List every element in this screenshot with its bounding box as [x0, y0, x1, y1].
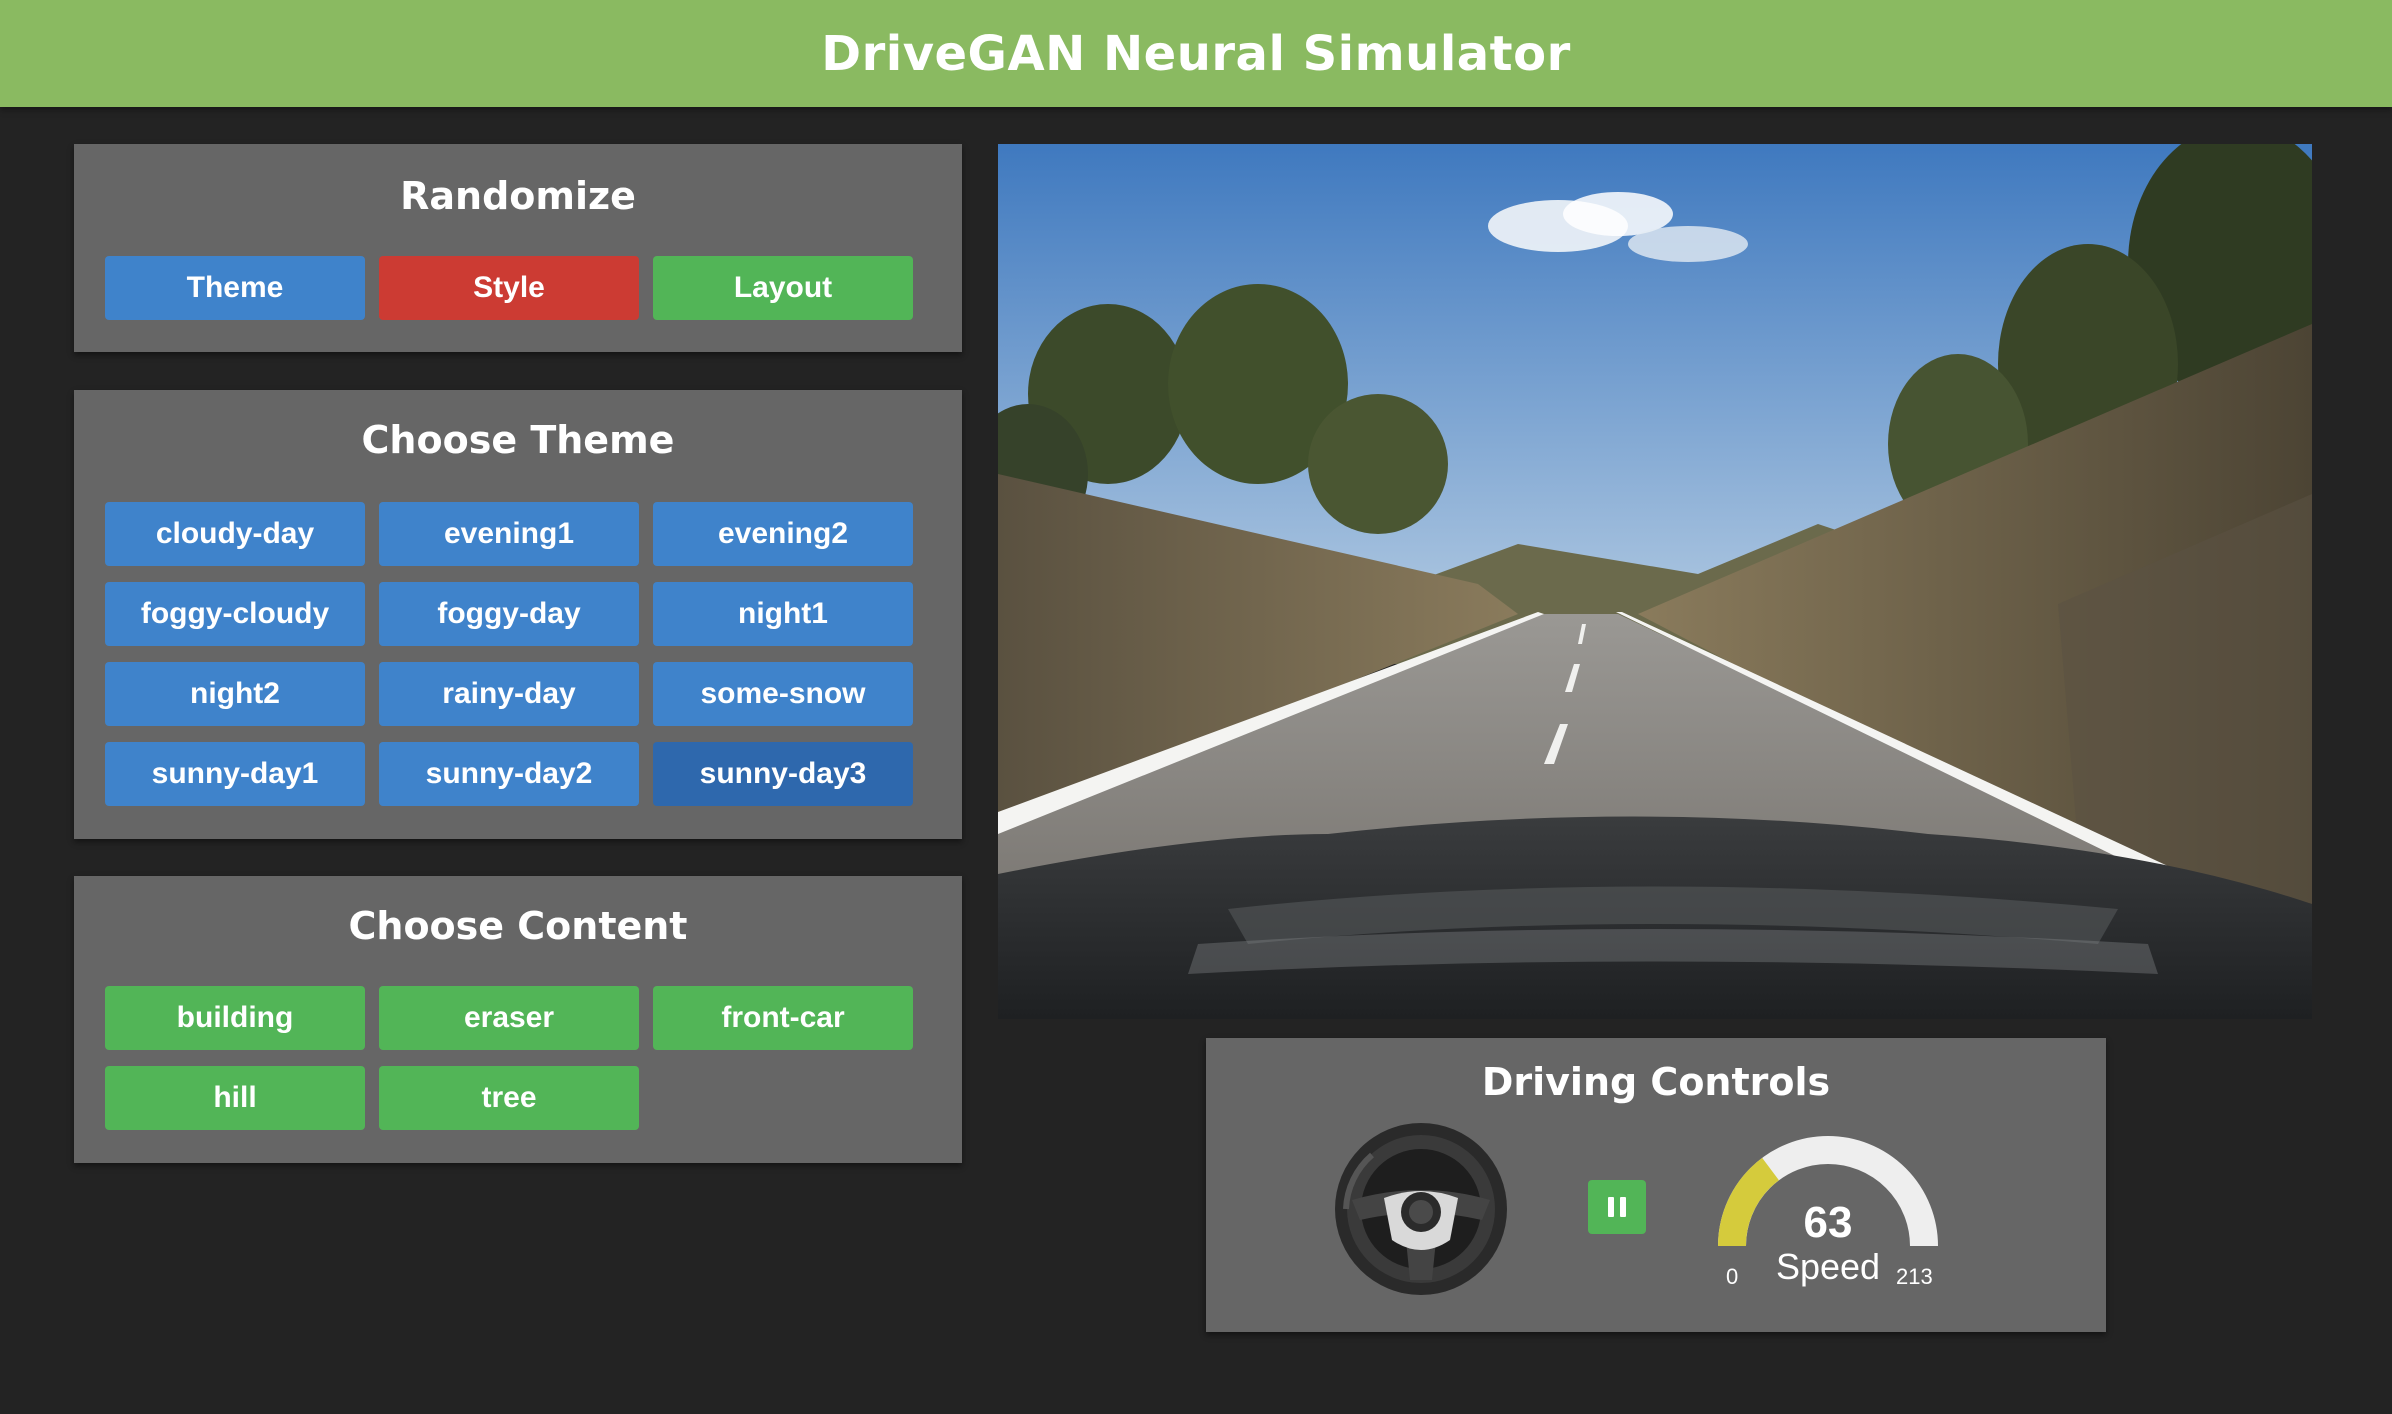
steering-wheel-icon[interactable]: [1332, 1120, 1510, 1302]
theme-button-sunny-day1[interactable]: sunny-day1: [105, 742, 365, 806]
choose-content-panel: Choose Content building eraser front-car…: [74, 876, 962, 1163]
speed-min: 0: [1726, 1264, 1739, 1289]
app-header: DriveGAN Neural Simulator: [0, 0, 2392, 107]
speed-gauge: 63 Speed 0 213: [1718, 1136, 1938, 1289]
theme-button-foggy-day[interactable]: foggy-day: [379, 582, 639, 646]
speed-value: 63: [1803, 1198, 1853, 1247]
road-scene-image: [998, 144, 2312, 1019]
speed-max: 213: [1896, 1264, 1933, 1289]
theme-button-rainy-day[interactable]: rainy-day: [379, 662, 639, 726]
randomize-theme-button[interactable]: Theme: [105, 256, 365, 320]
theme-button-sunny-day3[interactable]: sunny-day3: [653, 742, 913, 806]
theme-button-night2[interactable]: night2: [105, 662, 365, 726]
randomize-title: Randomize: [400, 174, 636, 218]
content-button-building[interactable]: building: [105, 986, 365, 1050]
randomize-style-button[interactable]: Style: [379, 256, 639, 320]
content-button-tree[interactable]: tree: [379, 1066, 639, 1130]
content-button-front-car[interactable]: front-car: [653, 986, 913, 1050]
theme-button-some-snow[interactable]: some-snow: [653, 662, 913, 726]
pause-button[interactable]: [1588, 1180, 1646, 1234]
choose-content-title: Choose Content: [348, 904, 688, 948]
randomize-panel: Randomize Theme Style Layout: [74, 144, 962, 352]
theme-button-foggy-cloudy[interactable]: foggy-cloudy: [105, 582, 365, 646]
theme-button-cloudy-day[interactable]: cloudy-day: [105, 502, 365, 566]
driving-controls-panel: Driving Controls 63 Speed 0 213: [1206, 1038, 2106, 1332]
randomize-layout-button[interactable]: Layout: [653, 256, 913, 320]
simulation-viewport: [998, 144, 2312, 1019]
content-button-eraser[interactable]: eraser: [379, 986, 639, 1050]
pause-icon: [1608, 1197, 1614, 1217]
theme-button-evening2[interactable]: evening2: [653, 502, 913, 566]
driving-controls-title: Driving Controls: [1481, 1060, 1831, 1104]
theme-button-sunny-day2[interactable]: sunny-day2: [379, 742, 639, 806]
theme-button-night1[interactable]: night1: [653, 582, 913, 646]
choose-theme-panel: Choose Theme cloudy-day evening1 evening…: [74, 390, 962, 839]
choose-theme-title: Choose Theme: [361, 418, 675, 462]
content-button-hill[interactable]: hill: [105, 1066, 365, 1130]
theme-button-evening1[interactable]: evening1: [379, 502, 639, 566]
app-title: DriveGAN Neural Simulator: [821, 25, 1571, 82]
